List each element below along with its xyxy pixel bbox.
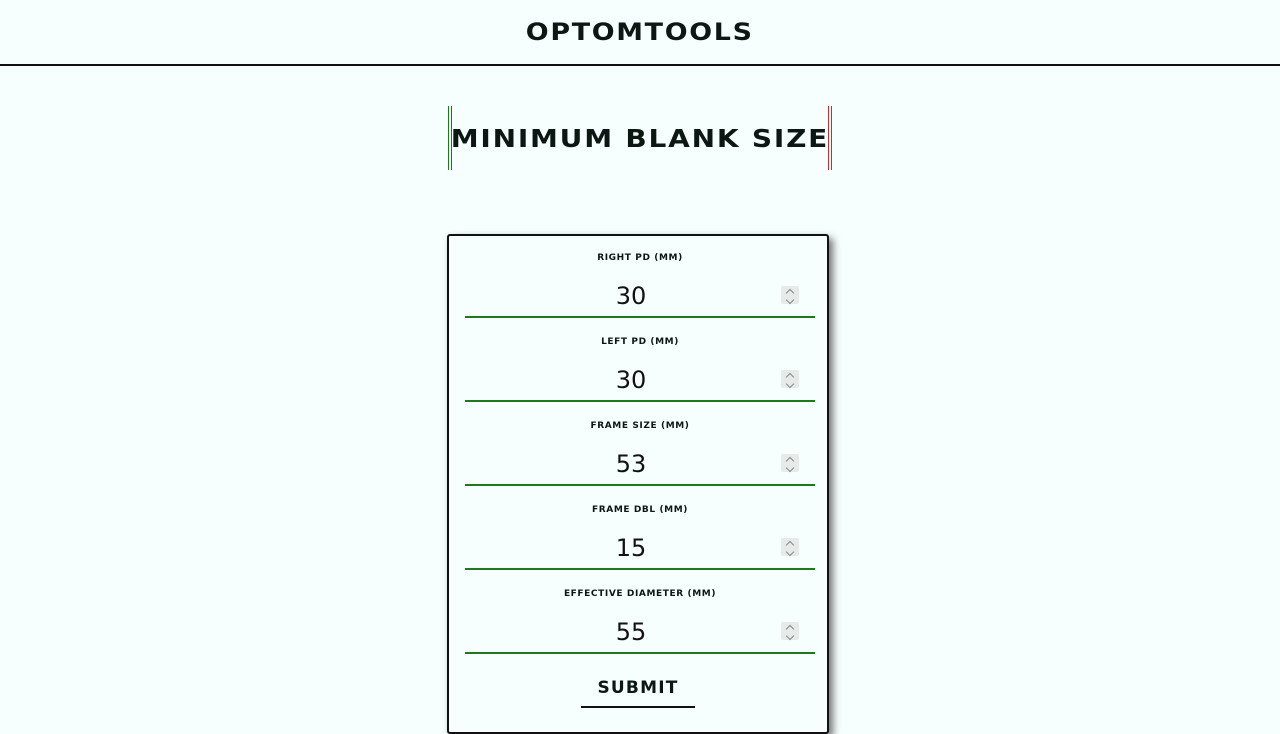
site-header: OPTOMTOOLS — [0, 0, 1280, 66]
title-right-bar-outer — [831, 106, 832, 170]
submit-button[interactable]: SUBMIT — [581, 672, 695, 708]
left-pd-label: LEFT PD (MM) — [601, 337, 679, 347]
chevron-down-icon[interactable] — [785, 295, 795, 304]
chevron-down-icon[interactable] — [785, 547, 795, 556]
left-pd-stepper[interactable] — [781, 370, 799, 388]
effective-diameter-label: EFFECTIVE DIAMETER (MM) — [563, 589, 717, 599]
effective-diameter-field: EFFECTIVE DIAMETER (MM) 55 — [465, 572, 815, 656]
right-pd-label: RIGHT PD (MM) — [597, 253, 683, 263]
frame-dbl-value[interactable]: 15 — [465, 534, 797, 562]
frame-dbl-stepper[interactable] — [781, 538, 799, 556]
right-pd-input[interactable]: 30 — [465, 274, 815, 318]
right-pd-field: RIGHT PD (MM) 30 — [465, 236, 815, 320]
effective-diameter-value[interactable]: 55 — [465, 618, 797, 646]
calculator-form: RIGHT PD (MM) 30 LEFT PD (MM) 30 FRAME S… — [447, 234, 829, 734]
chevron-down-icon[interactable] — [785, 379, 795, 388]
page-title: MINIMUM BLANK SIZE — [450, 123, 830, 153]
left-pd-field: LEFT PD (MM) 30 — [465, 320, 815, 404]
frame-dbl-input[interactable]: 15 — [465, 526, 815, 570]
chevron-down-icon[interactable] — [785, 631, 795, 640]
page-title-box: MINIMUM BLANK SIZE — [448, 106, 832, 170]
frame-size-stepper[interactable] — [781, 454, 799, 472]
chevron-down-icon[interactable] — [785, 463, 795, 472]
title-right-bar-inner — [828, 106, 829, 170]
frame-size-label: FRAME SIZE (MM) — [590, 421, 690, 431]
submit-wrap: SUBMIT — [449, 672, 827, 708]
left-pd-value[interactable]: 30 — [465, 366, 797, 394]
right-pd-stepper[interactable] — [781, 286, 799, 304]
frame-dbl-label: FRAME DBL (MM) — [591, 505, 689, 515]
brand-logo[interactable]: OPTOMTOOLS — [526, 18, 754, 46]
frame-size-field: FRAME SIZE (MM) 53 — [465, 404, 815, 488]
frame-size-input[interactable]: 53 — [465, 442, 815, 486]
frame-size-value[interactable]: 53 — [465, 450, 797, 478]
left-pd-input[interactable]: 30 — [465, 358, 815, 402]
title-left-bar-outer — [448, 106, 449, 170]
frame-dbl-field: FRAME DBL (MM) 15 — [465, 488, 815, 572]
effective-diameter-input[interactable]: 55 — [465, 610, 815, 654]
right-pd-value[interactable]: 30 — [465, 282, 797, 310]
effective-diameter-stepper[interactable] — [781, 622, 799, 640]
